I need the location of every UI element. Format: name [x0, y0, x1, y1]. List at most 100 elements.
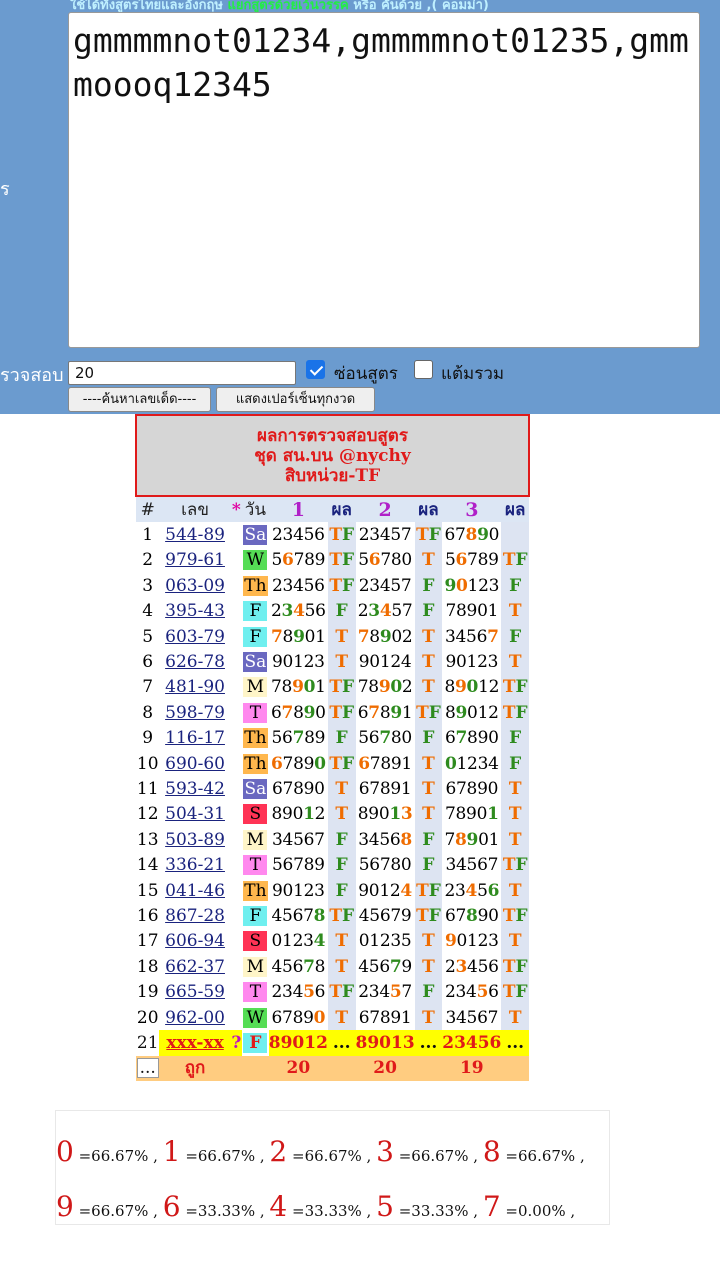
- tens-hit-mark: T: [329, 525, 342, 546]
- formula-digit: 2: [379, 931, 391, 952]
- formula-digit: 0: [391, 626, 402, 647]
- formula-digit: 8: [313, 905, 326, 926]
- formula-digit: 7: [293, 855, 304, 876]
- winning-number-link[interactable]: 593-42: [165, 779, 225, 799]
- formula-set-2: 90124: [355, 877, 415, 904]
- formula-result-1: T: [327, 801, 356, 828]
- next-number-link[interactable]: xxx-xx: [166, 1033, 223, 1053]
- draw-count-input[interactable]: 20: [68, 361, 296, 385]
- result-row: 17 606-94 S 01234 T 01235 T 90123 T: [136, 928, 529, 955]
- day-badge: T: [243, 982, 268, 1003]
- winning-number-link[interactable]: 979-61: [165, 550, 225, 570]
- tens-hit-mark: T: [422, 677, 435, 698]
- formula-digit: 7: [379, 728, 391, 749]
- day-cell: F: [242, 599, 269, 624]
- digit: 8: [482, 1135, 501, 1168]
- formula-digit: 5: [390, 525, 401, 546]
- formula-result-2: F: [414, 725, 443, 751]
- winning-number-cell: 626-78: [159, 649, 231, 675]
- digit: 7: [482, 1190, 501, 1223]
- units-hit-mark: F: [428, 880, 441, 901]
- formula-result-2: F: [414, 573, 443, 599]
- formula-digit: 6: [282, 728, 293, 749]
- winning-number-link[interactable]: 544-89: [165, 525, 225, 545]
- row-index: 12: [136, 801, 160, 828]
- formula-digit: 5: [282, 905, 293, 926]
- formula-digit: 0: [456, 652, 467, 673]
- formula-digit: 0: [467, 702, 478, 723]
- day-cell: W: [242, 1005, 269, 1030]
- formula-result-3: TF: [501, 674, 529, 701]
- units-hit-mark: F: [422, 982, 435, 1003]
- formula-result-3: [501, 522, 529, 548]
- winning-number-cell: 867-28: [159, 903, 231, 929]
- winning-number-link[interactable]: 598-79: [165, 703, 225, 723]
- row-index: 18: [136, 954, 160, 980]
- more-button[interactable]: ...: [136, 1058, 159, 1079]
- winning-number-link[interactable]: 603-79: [165, 627, 225, 647]
- winning-number-link[interactable]: 503-89: [165, 830, 225, 850]
- winning-number-link[interactable]: 481-90: [165, 677, 225, 697]
- winning-number-link[interactable]: 690-60: [165, 754, 225, 774]
- star-cell: [230, 547, 242, 574]
- formula-digit: 7: [455, 905, 467, 926]
- formula-result-1: TF: [327, 903, 356, 929]
- formula-digit: 8: [281, 677, 293, 698]
- day-cell: F: [242, 903, 269, 928]
- formula-textarea[interactable]: gmmmmnot01234,gmmmmnot01235,gmmmoooq1234…: [68, 12, 700, 348]
- formula-digit: 9: [466, 601, 478, 622]
- day-badge: W: [243, 550, 268, 571]
- winning-number-link[interactable]: 962-00: [165, 1008, 225, 1028]
- formula-digit: 6: [368, 728, 380, 749]
- formula-digit: 5: [476, 982, 489, 1003]
- winning-number-link[interactable]: 606-94: [165, 931, 225, 951]
- tens-hit-mark: T: [416, 702, 429, 723]
- digit: 3: [376, 1135, 394, 1168]
- formula-digit: 3: [369, 575, 380, 596]
- winning-number-link[interactable]: 116-17: [165, 728, 225, 748]
- formula-set-3: 34567: [442, 1004, 502, 1031]
- tens-hit-mark: T: [335, 626, 349, 647]
- formula-digit: 9: [488, 550, 499, 571]
- winning-number-cell: 962-00: [159, 1004, 231, 1031]
- star-cell: [230, 903, 242, 929]
- winning-number-link[interactable]: 665-59: [165, 982, 225, 1002]
- day-cell: Th: [242, 573, 269, 598]
- winning-number-link[interactable]: 395-43: [165, 601, 225, 621]
- winning-number-link[interactable]: 867-28: [165, 906, 225, 926]
- formula-digit: 2: [358, 575, 370, 596]
- formula-digit: 9: [444, 931, 457, 952]
- show-percent-button[interactable]: แสดงเปอร์เซ็นทุกงวด: [216, 387, 375, 412]
- formula-result-2: T: [414, 954, 443, 980]
- total-score-checkbox[interactable]: [414, 360, 433, 379]
- winning-number-link[interactable]: 336-21: [165, 855, 225, 875]
- formula-digit: 7: [390, 905, 401, 926]
- header-result-3: ผล: [501, 496, 529, 523]
- tens-hit-mark: T: [508, 1007, 522, 1028]
- row-index: 14: [136, 852, 160, 878]
- winning-number-link[interactable]: 063-09: [165, 576, 225, 596]
- units-hit-mark: F: [342, 550, 355, 571]
- formula-digit: 8: [467, 728, 478, 749]
- tens-hit-mark: T: [502, 550, 516, 571]
- winning-number-link[interactable]: 504-31: [165, 804, 225, 824]
- formula-result-1: T: [327, 954, 356, 980]
- formula-set-3: 67890: [442, 776, 502, 802]
- formula-digit: 8: [357, 804, 369, 825]
- winning-number-link[interactable]: 662-37: [165, 957, 225, 977]
- formula-result-3: F: [501, 573, 529, 599]
- find-lucky-number-button[interactable]: ----ค้นหาเลขเด็ด----: [68, 387, 211, 412]
- formula-digit: 5: [358, 728, 369, 749]
- formula-digit: 9: [303, 1007, 314, 1028]
- units-hit-mark: F: [509, 626, 522, 647]
- winning-number-link[interactable]: 041-46: [165, 881, 225, 901]
- units-hit-mark: F: [335, 728, 348, 749]
- digit-percentage: =33.33% ,: [292, 1202, 372, 1220]
- tens-hit-mark: T: [422, 931, 435, 952]
- formula-digit: 0: [401, 550, 412, 571]
- formula-digit: 9: [477, 905, 489, 926]
- formula-digit: 7: [467, 550, 478, 571]
- total-score-label: แต้มรวม: [441, 364, 505, 384]
- hide-formula-checkbox[interactable]: [306, 360, 325, 379]
- winning-number-link[interactable]: 626-78: [165, 652, 225, 672]
